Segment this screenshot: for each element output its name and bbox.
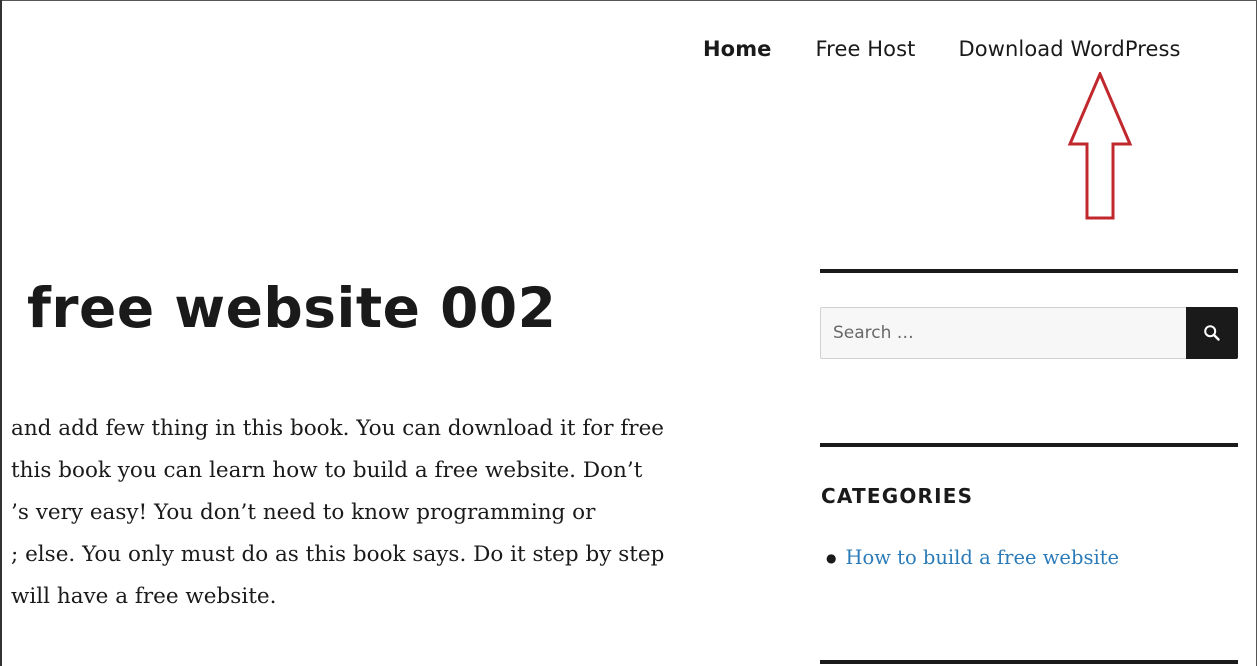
search-button[interactable] [1186,307,1238,359]
categories-widget-title: CATEGORIES [821,484,974,508]
search-icon [1204,325,1220,341]
post-content-line: this book you can learn how to build a f… [11,458,643,483]
nav-link-home[interactable]: Home [703,37,772,61]
post-content-line: will have a free website. [11,584,277,609]
up-arrow-icon [1067,72,1133,220]
widget-divider [820,443,1238,447]
search-input[interactable] [820,307,1186,359]
frame-border-left [0,0,2,666]
category-item: ● How to build a free website [826,543,1119,573]
bullet-icon: ● [826,551,837,565]
widget-divider [820,269,1238,273]
page: Home Free Host Download WordPress free w… [0,0,1257,666]
nav-link-download-wordpress[interactable]: Download WordPress [958,37,1180,61]
category-link[interactable]: How to build a free website [845,543,1119,573]
post-content-line: and add few thing in this book. You can … [11,416,665,441]
widget-divider [820,660,1238,664]
post-content-line: ; else. You only must do as this book sa… [11,542,665,567]
categories-list: ● How to build a free website [826,543,1119,573]
frame-border-top [0,0,1257,1]
main-navigation: Home Free Host Download WordPress [690,33,1181,65]
nav-link-free-host[interactable]: Free Host [816,37,916,61]
post-content-line: ’s very easy! You don’t need to know pro… [11,500,596,525]
post-content: and add few thing in this book. You can … [11,408,751,618]
search-form [820,307,1238,359]
post-title: free website 002 [27,276,557,340]
